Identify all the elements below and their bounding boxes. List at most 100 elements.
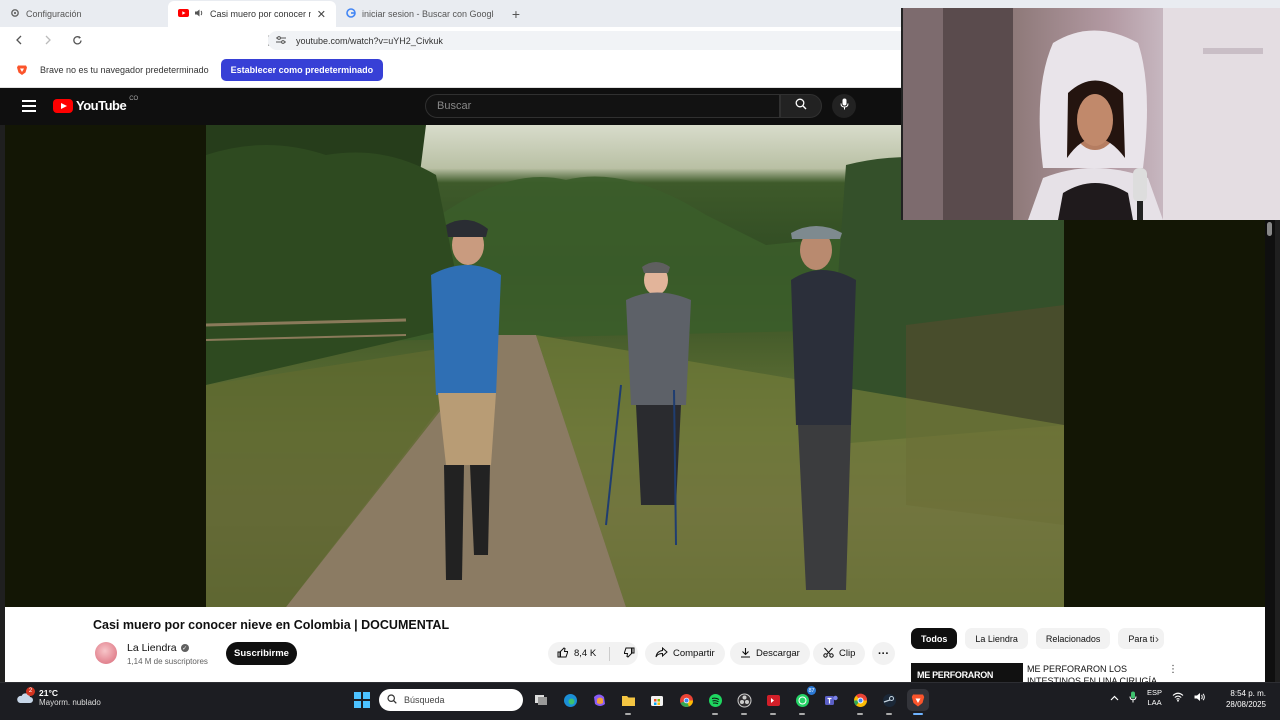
voice-search-button[interactable] <box>832 94 856 118</box>
tab-title: Casi muero por conocer nieve en <box>210 9 311 19</box>
share-label: Compartir <box>673 648 715 659</box>
screen: Configuración Casi muero por conocer nie… <box>0 0 1280 720</box>
whatsapp-badge: 87 <box>807 686 816 695</box>
system-tray: ESP LAA <box>1110 688 1206 708</box>
subscriber-count: 1,14 M de suscriptores <box>127 657 208 666</box>
dislike-button[interactable] <box>615 647 635 661</box>
site-settings-icon[interactable] <box>276 35 286 46</box>
download-button[interactable]: Descargar <box>730 642 810 665</box>
wifi-icon[interactable] <box>1172 692 1184 704</box>
recommendation-thumbnail[interactable]: ME PERFORARON <box>911 663 1023 682</box>
page-scrollbar[interactable] <box>1265 218 1275 682</box>
chrome-profile-icon[interactable] <box>849 689 871 715</box>
youtube-icon <box>178 9 189 19</box>
taskbar-search-input[interactable]: Búsqueda <box>379 689 523 711</box>
like-count: 8,4 K <box>574 648 597 659</box>
search-button[interactable] <box>780 94 822 118</box>
volume-icon[interactable] <box>1194 692 1206 704</box>
chip-all[interactable]: Todos <box>911 628 958 649</box>
microsoft-store-icon[interactable] <box>646 689 668 711</box>
file-explorer-icon[interactable] <box>617 689 639 715</box>
microphone-icon[interactable] <box>1129 691 1137 705</box>
channel-avatar[interactable] <box>95 642 117 664</box>
clip-label: Clip <box>839 648 856 659</box>
weather-description: Mayorm. nublado <box>39 698 101 707</box>
language-indicator[interactable]: ESP LAA <box>1147 688 1162 708</box>
webcam-overlay <box>901 8 1280 220</box>
teams-icon[interactable] <box>820 689 842 711</box>
taskbar-apps: 87 <box>530 686 929 715</box>
share-arrow-icon <box>655 646 668 661</box>
search-input[interactable]: Buscar <box>425 94 780 118</box>
scrollbar-thumb[interactable] <box>1267 222 1272 236</box>
chevron-right-icon[interactable]: › <box>1155 632 1159 646</box>
logo-text: YouTube <box>76 98 127 113</box>
forward-arrow-icon[interactable] <box>38 30 58 50</box>
windows-taskbar: 2 21°C Mayorm. nublado Búsqueda 87 ESP L… <box>0 682 1280 720</box>
more-dots-icon: ··· <box>878 647 889 660</box>
edge-icon[interactable] <box>559 689 581 711</box>
clock-time: 8:54 p. m. <box>1230 689 1266 698</box>
windows-start-icon[interactable] <box>354 692 370 708</box>
weather-badge: 2 <box>26 686 35 696</box>
menu-icon[interactable] <box>22 100 36 112</box>
recommendation-title[interactable]: ME PERFORARON LOS INTESTINOS EN UNA CIRU… <box>1027 663 1163 682</box>
clip-button[interactable]: Clip <box>813 642 866 665</box>
infobar-message: Brave no es tu navegador predeterminado <box>40 65 209 75</box>
back-arrow-icon[interactable] <box>9 30 29 50</box>
chip-related[interactable]: Relacionados <box>1035 628 1111 649</box>
clock-date: 28/08/2025 <box>1225 700 1266 709</box>
spotify-icon[interactable] <box>704 689 726 715</box>
speaker-icon[interactable] <box>195 9 204 19</box>
task-view-icon[interactable] <box>530 689 552 711</box>
share-button[interactable]: Compartir <box>645 642 725 665</box>
tab-settings[interactable]: Configuración <box>0 1 168 27</box>
channel-name[interactable]: La Liendra <box>127 642 177 654</box>
more-actions-button[interactable]: ··· <box>872 642 895 665</box>
video-info-area: Casi muero por conocer nieve en Colombia… <box>5 607 1265 682</box>
download-icon <box>740 647 751 661</box>
language-line1: ESP <box>1147 688 1163 697</box>
scissors-icon <box>823 647 834 661</box>
language-line2: LAA <box>1147 698 1162 707</box>
tab-title: iniciar sesion - Buscar con Google <box>362 9 494 19</box>
thumbs-down-icon <box>623 647 635 661</box>
thumbs-up-icon <box>557 646 569 661</box>
logo-region: CO <box>129 95 139 102</box>
system-clock[interactable]: 8:54 p. m. 28/08/2025 <box>1216 688 1266 710</box>
video-title: Casi muero por conocer nieve en Colombia… <box>93 618 450 632</box>
subscribe-button[interactable]: Suscribirme <box>226 642 297 665</box>
cloud-icon: 2 <box>16 686 35 705</box>
channel-name-row[interactable]: La Liendra ✓ <box>127 642 189 654</box>
chevron-up-icon[interactable] <box>1110 694 1119 703</box>
anydesk-icon[interactable] <box>762 689 784 715</box>
reload-icon[interactable] <box>67 30 87 50</box>
tab-youtube-video[interactable]: Casi muero por conocer nieve en ✕ <box>168 1 336 27</box>
youtube-logo[interactable]: YouTube CO <box>53 95 139 113</box>
new-tab-button[interactable]: + <box>504 1 528 27</box>
brave-lion-icon <box>16 64 28 76</box>
brave-icon[interactable] <box>907 689 929 715</box>
chrome-icon[interactable] <box>675 689 697 711</box>
temperature: 21°C <box>39 688 58 698</box>
like-button[interactable]: 8,4 K <box>548 642 596 665</box>
close-tab-icon[interactable]: ✕ <box>317 8 326 21</box>
set-default-button[interactable]: Establecer como predeterminado <box>220 59 384 81</box>
address-bar[interactable]: youtube.com/watch?v=uYH2_Civkuk <box>268 31 928 50</box>
microphone-icon <box>840 97 849 115</box>
steam-icon[interactable] <box>878 689 900 715</box>
copilot-icon[interactable] <box>588 689 610 711</box>
whatsapp-icon[interactable]: 87 <box>791 686 816 715</box>
tab-title: Configuración <box>26 9 82 19</box>
like-dislike-group: 8,4 K <box>548 642 638 665</box>
recommendation-menu-icon[interactable]: ⋮ <box>1168 664 1178 675</box>
tab-google-search[interactable]: iniciar sesion - Buscar con Google <box>336 1 504 27</box>
google-icon <box>346 8 356 20</box>
obs-icon[interactable] <box>733 689 755 715</box>
taskbar-search-placeholder: Búsqueda <box>404 695 445 705</box>
chip-channel[interactable]: La Liendra <box>965 628 1028 649</box>
like-divider <box>609 646 611 661</box>
weather-widget[interactable]: 2 21°C Mayorm. nublado <box>16 686 101 707</box>
search-icon <box>387 694 397 706</box>
webcam-image <box>903 8 1280 220</box>
